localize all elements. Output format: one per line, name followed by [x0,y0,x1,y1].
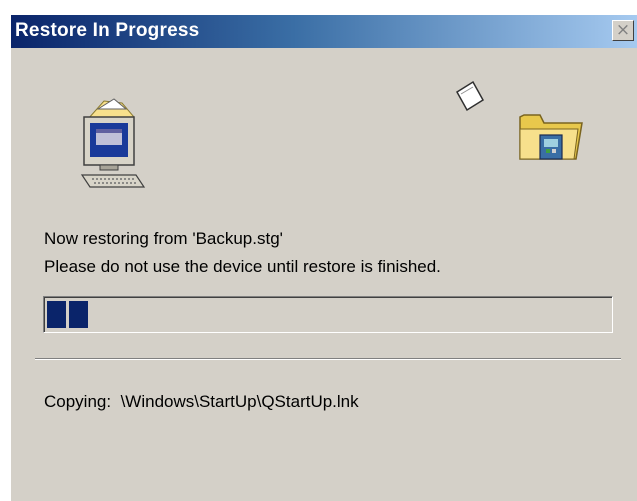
progress-chunk [47,301,66,328]
copying-label: Copying: [44,392,112,411]
title-bar[interactable]: Restore In Progress × [11,15,637,48]
copying-status: Copying: \Windows\StartUp\QStartUp.lnk [44,392,359,412]
dialog-title: Restore In Progress [15,20,200,41]
progress-chunk [69,301,88,328]
close-button[interactable]: × [612,20,634,41]
restore-warning-text: Please do not use the device until resto… [44,257,441,276]
computer-icon [80,98,146,188]
restore-progress-bar [43,296,613,333]
copying-path: \Windows\StartUp\QStartUp.lnk [120,392,359,411]
separator-line [35,358,621,360]
progress-fill [47,301,88,328]
restore-dialog: Restore In Progress × Now restoring from… [10,14,637,501]
restore-source-text: Now restoring from 'Backup.stg' [44,229,283,248]
flying-paper-icon [455,80,485,112]
folder-icon [519,114,583,160]
